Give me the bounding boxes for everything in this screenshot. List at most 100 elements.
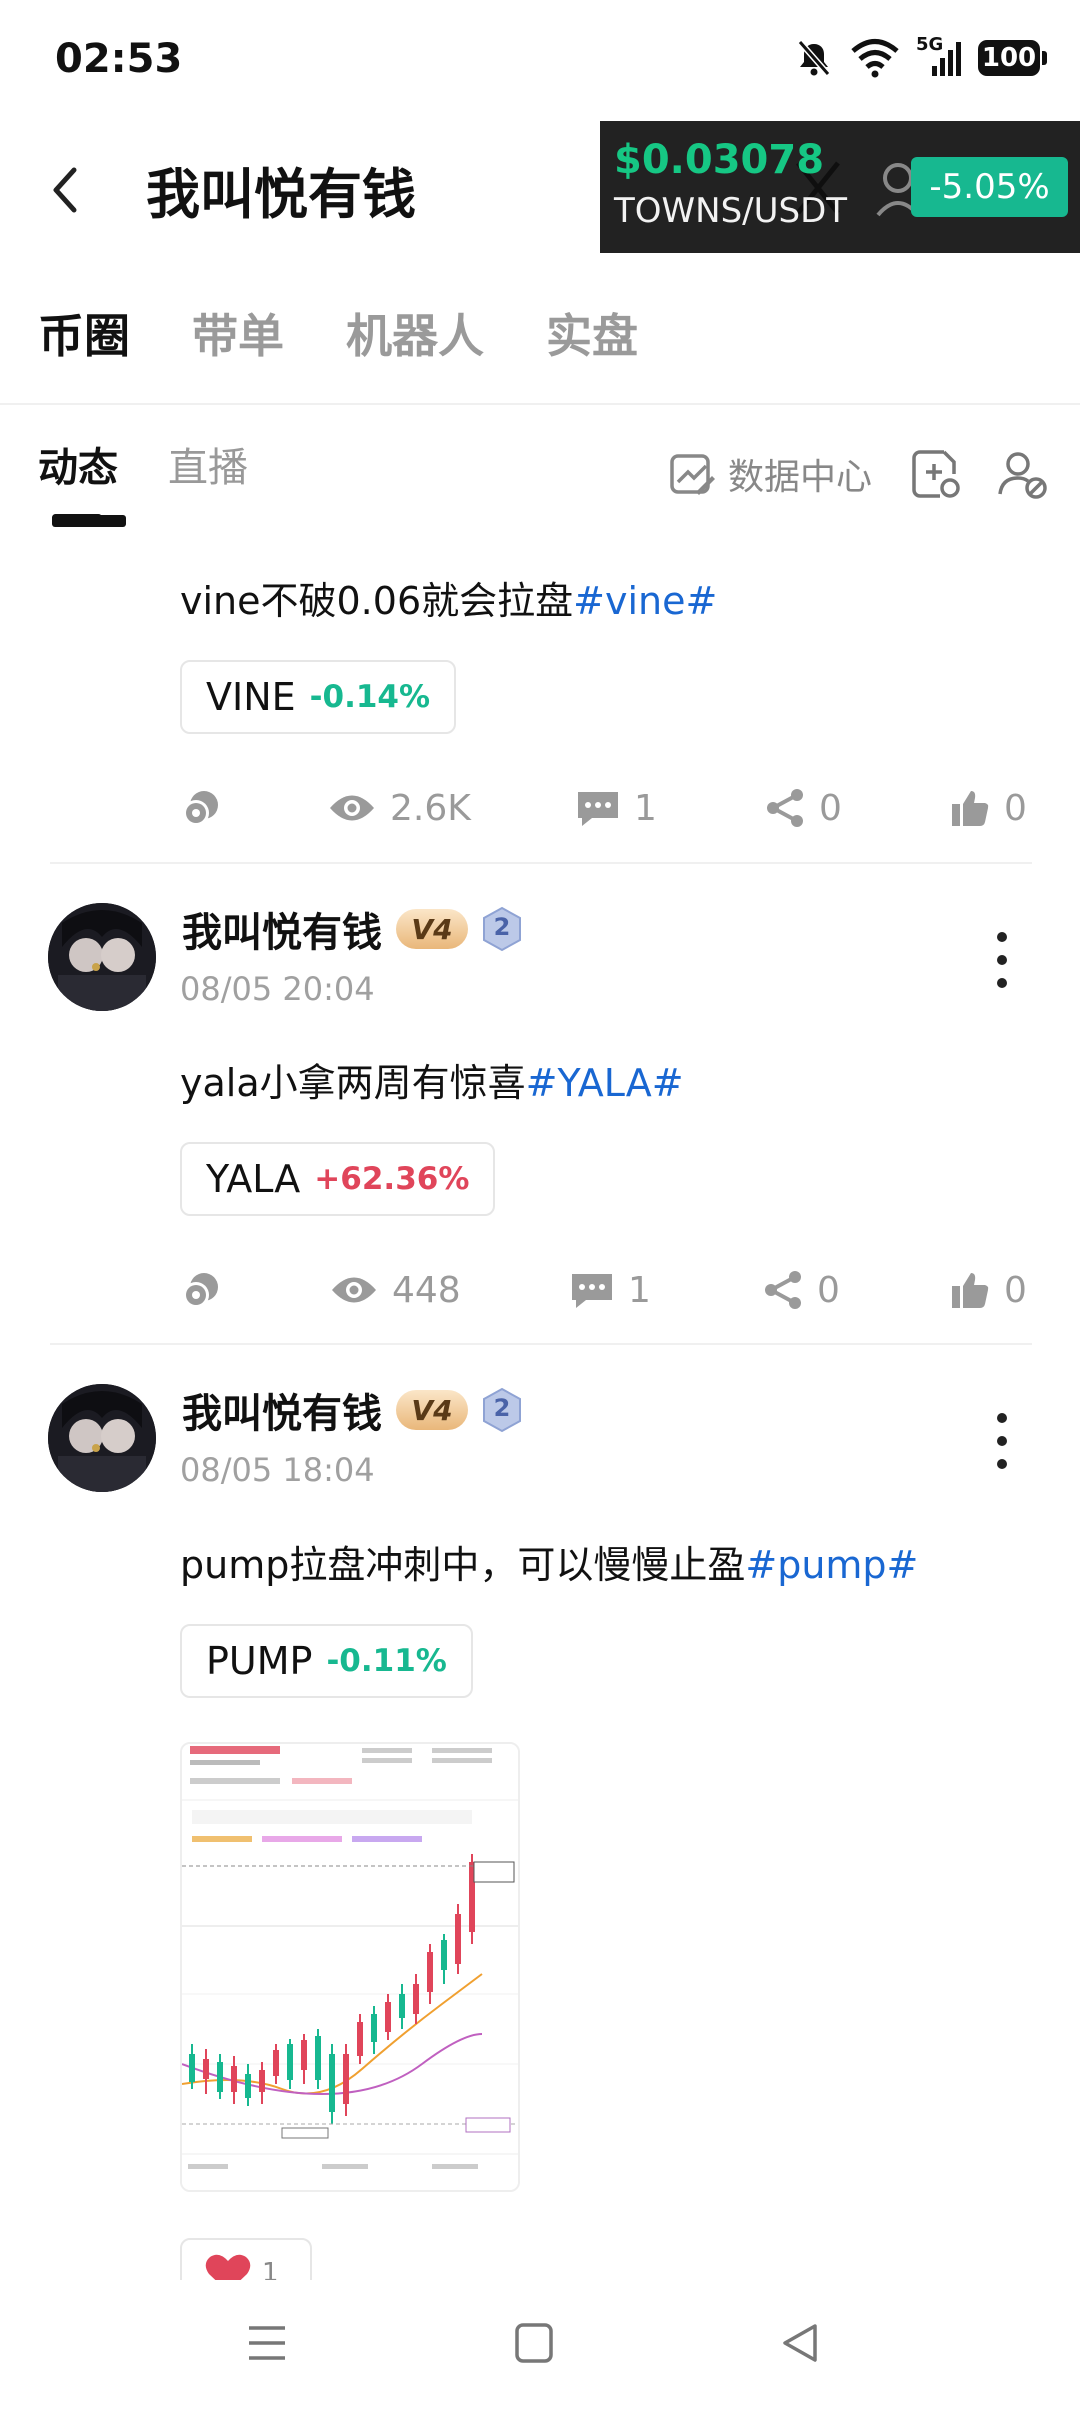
- post-actions: 2.6K 1 0 0: [180, 778, 1040, 838]
- back-button[interactable]: [50, 160, 100, 220]
- hashtag-link[interactable]: #YALA#: [526, 1061, 684, 1105]
- post-time: 08/05 18:04: [180, 1451, 375, 1489]
- views-counter: 2.6K: [328, 778, 471, 838]
- eye-icon: [332, 1277, 376, 1303]
- hashtag-link[interactable]: #vine#: [573, 579, 717, 623]
- coin-symbol: YALA: [206, 1157, 301, 1201]
- level-badge: 2: [482, 1387, 522, 1433]
- subtab-live[interactable]: 直播: [168, 435, 248, 493]
- like-count: 0: [1004, 787, 1027, 829]
- tab-live-trading[interactable]: 实盘: [546, 300, 638, 366]
- home-square-icon[interactable]: [514, 2322, 554, 2364]
- status-time: 02:53: [55, 36, 183, 82]
- like-button[interactable]: 0: [950, 1260, 1027, 1320]
- post-body: pump拉盘冲刺中，可以慢慢止盈: [180, 1543, 746, 1587]
- level-badge-number: 2: [493, 1394, 511, 1422]
- scrolled-avatar-fragment: [52, 515, 126, 527]
- views-counter: 448: [330, 1260, 461, 1320]
- coin-stack-icon: [183, 1273, 218, 1308]
- coin-symbol: VINE: [206, 675, 296, 719]
- share-count: 0: [817, 1269, 840, 1311]
- author-name[interactable]: 我叫悦有钱: [182, 1381, 382, 1439]
- price-ticker-widget[interactable]: $0.03078 TOWNS/USDT -5.05%: [600, 121, 1080, 253]
- user-settings-icon[interactable]: [996, 448, 1048, 500]
- level-badge: 2: [482, 906, 522, 952]
- vip-badge: V4: [396, 1390, 468, 1430]
- comment-count: 1: [628, 1269, 651, 1311]
- data-center-button[interactable]: 数据中心: [668, 448, 872, 500]
- back-triangle-icon[interactable]: [780, 2322, 820, 2364]
- coin-change: -0.11%: [326, 1643, 447, 1679]
- share-button[interactable]: 0: [765, 778, 842, 838]
- post-text[interactable]: vine不破0.06就会拉盘#vine#: [180, 570, 717, 625]
- thumbs-up-icon: [952, 1273, 989, 1308]
- comment-count: 1: [634, 787, 657, 829]
- subtab-feed[interactable]: 动态: [38, 435, 118, 493]
- menu-icon[interactable]: [246, 2322, 288, 2364]
- coin-change: +62.36%: [314, 1161, 470, 1197]
- page-title: 我叫悦有钱: [146, 163, 416, 226]
- avatar[interactable]: [48, 903, 156, 1011]
- cellular-signal-icon: 5G: [916, 34, 962, 78]
- gift-button[interactable]: [180, 778, 222, 838]
- comment-button[interactable]: 1: [576, 778, 657, 838]
- vip-badge: V4: [396, 909, 468, 949]
- post-text[interactable]: pump拉盘冲刺中，可以慢慢止盈#pump#: [180, 1534, 918, 1589]
- eye-icon: [330, 795, 374, 821]
- data-center-label: 数据中心: [728, 457, 873, 498]
- add-post-icon[interactable]: [910, 448, 962, 500]
- tab-bot[interactable]: 机器人: [346, 300, 484, 366]
- candlestick-chart-image: [182, 1744, 518, 2190]
- views-count: 448: [392, 1269, 461, 1311]
- post-text[interactable]: yala小拿两周有惊喜#YALA#: [180, 1052, 684, 1107]
- divider: [0, 403, 1080, 405]
- coin-tag[interactable]: VINE -0.14%: [180, 660, 457, 734]
- comment-icon: [572, 1274, 612, 1308]
- status-icons: 5G 100: [794, 34, 1047, 82]
- coin-tag[interactable]: PUMP -0.11%: [180, 1624, 473, 1698]
- mute-bell-icon: [797, 40, 831, 76]
- author-name[interactable]: 我叫悦有钱: [182, 900, 382, 958]
- category-tabs: 币圈 带单 机器人 实盘: [38, 300, 700, 366]
- share-button[interactable]: 0: [763, 1260, 840, 1320]
- avatar-image: [48, 903, 156, 1011]
- avatar[interactable]: [48, 1384, 156, 1492]
- comment-icon: [578, 792, 618, 826]
- coin-tag[interactable]: YALA +62.36%: [180, 1142, 496, 1216]
- post-divider: [50, 862, 1032, 864]
- coin-symbol: PUMP: [206, 1639, 313, 1683]
- wifi-icon: [851, 39, 899, 78]
- avatar-image: [48, 1384, 156, 1492]
- views-count: 2.6K: [390, 787, 471, 829]
- author-info: 我叫悦有钱 V4 2: [182, 900, 522, 958]
- battery-icon: 100: [978, 40, 1047, 76]
- ticker-pair: TOWNS/USDT: [614, 191, 848, 231]
- thumbs-up-icon: [952, 791, 989, 826]
- chevron-left-icon: [53, 167, 77, 213]
- share-count: 0: [819, 787, 842, 829]
- share-icon: [767, 789, 803, 827]
- comment-button[interactable]: 1: [570, 1260, 651, 1320]
- ticker-change-badge: -5.05%: [911, 157, 1068, 217]
- coin-change: -0.14%: [309, 679, 431, 715]
- post-body: vine不破0.06就会拉盘: [180, 579, 574, 623]
- post-body: yala小拿两周有惊喜: [180, 1061, 526, 1105]
- chart-edit-icon: [670, 454, 715, 495]
- post-divider: [50, 1343, 1032, 1345]
- tab-coin-circle[interactable]: 币圈: [38, 300, 130, 366]
- tab-copy-trade[interactable]: 带单: [192, 300, 284, 366]
- share-icon: [765, 1271, 801, 1309]
- hashtag-link[interactable]: #pump#: [745, 1543, 918, 1587]
- more-options-button[interactable]: [988, 932, 1016, 988]
- author-info: 我叫悦有钱 V4 2: [182, 1381, 522, 1439]
- like-count: 0: [1004, 1269, 1027, 1311]
- coin-stack-icon: [183, 791, 218, 826]
- ticker-price: $0.03078: [614, 137, 825, 183]
- more-options-button[interactable]: [988, 1413, 1016, 1469]
- post-image-chart[interactable]: [180, 1742, 520, 2192]
- post-time: 08/05 20:04: [180, 970, 375, 1008]
- like-button[interactable]: 0: [950, 778, 1027, 838]
- system-navigation-bar: [0, 2280, 1080, 2412]
- level-badge-number: 2: [493, 913, 511, 941]
- gift-button[interactable]: [180, 1260, 222, 1320]
